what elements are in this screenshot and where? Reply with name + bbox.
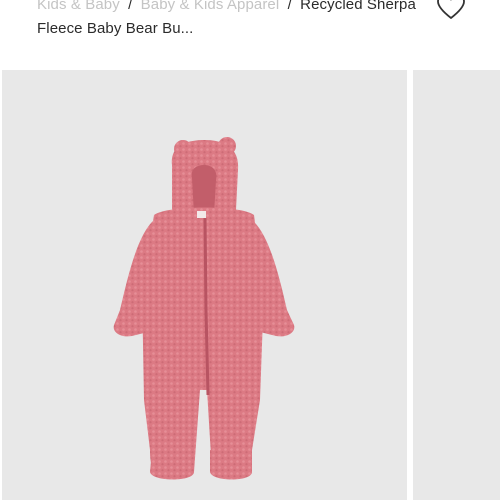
breadcrumb-link-kids-baby[interactable]: Kids & Baby bbox=[37, 0, 120, 13]
favorite-heart-icon[interactable] bbox=[436, 0, 466, 20]
breadcrumb: Kids & Baby / Baby & Kids Apparel / Recy… bbox=[37, 0, 417, 41]
product-page: Kids & Baby / Baby & Kids Apparel / Recy… bbox=[0, 0, 500, 500]
product-image-gallery[interactable] bbox=[0, 70, 500, 500]
breadcrumb-separator: / bbox=[287, 0, 292, 13]
product-image-next[interactable] bbox=[413, 70, 500, 500]
breadcrumb-link-apparel[interactable]: Baby & Kids Apparel bbox=[141, 0, 280, 13]
product-image-main[interactable] bbox=[2, 70, 407, 500]
breadcrumb-separator: / bbox=[128, 0, 133, 13]
baby-bunting-image bbox=[113, 137, 295, 480]
